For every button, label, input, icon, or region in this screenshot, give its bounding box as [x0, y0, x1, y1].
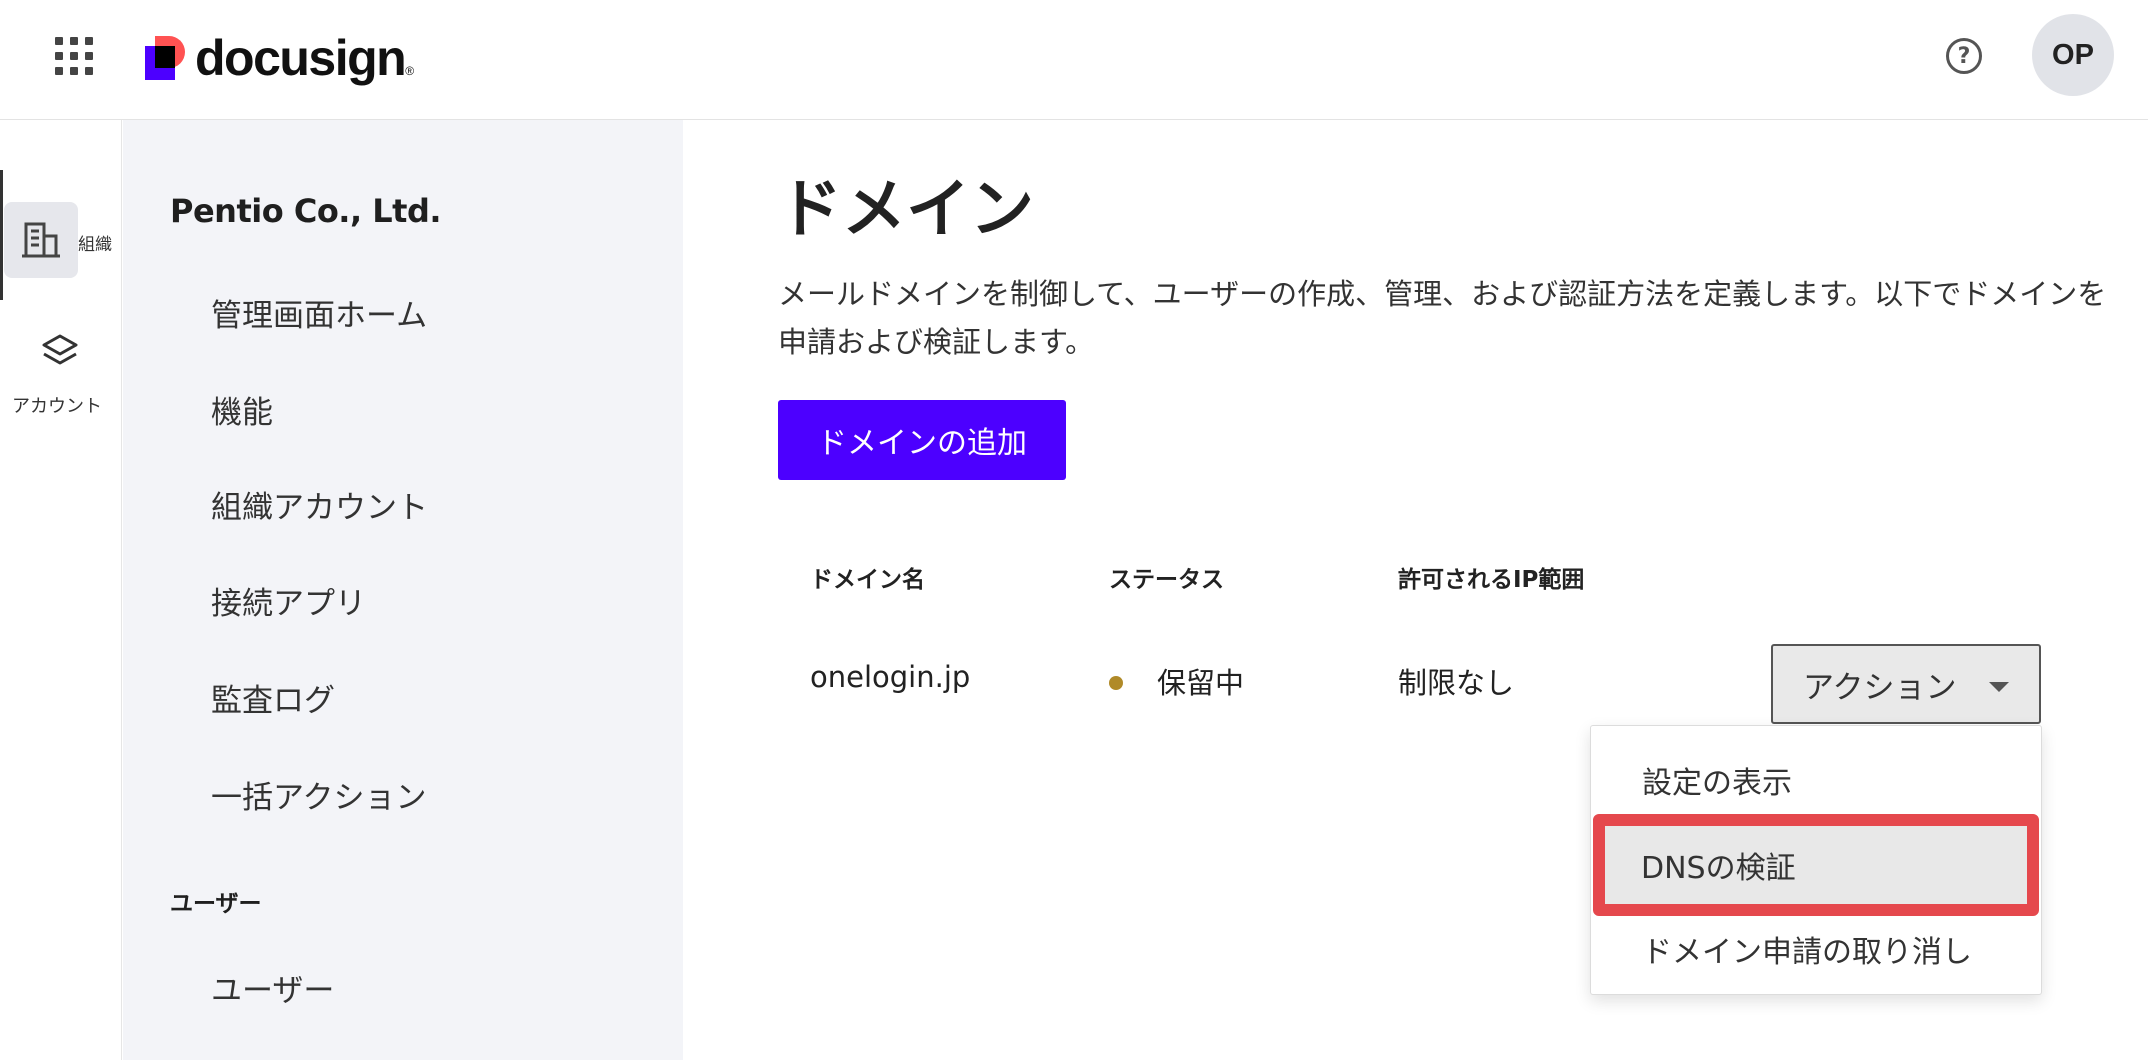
help-icon[interactable]: ? [1946, 38, 1982, 74]
main-content: ドメイン メールドメインを制御して、ユーザーの作成、管理、および認証方法を定義し… [684, 120, 2148, 1060]
org-name: Pentio Co., Ltd. [170, 192, 442, 230]
sidebar-item-audit-log[interactable]: 監査ログ [211, 675, 335, 720]
menu-item-cancel-domain-claim[interactable]: ドメイン申請の取り消し [1592, 916, 2040, 982]
user-avatar[interactable]: OP [2032, 14, 2114, 96]
rail-item-organization[interactable]: 組織 [0, 202, 122, 282]
status-pending-dot-icon [1109, 676, 1123, 690]
building-icon [4, 202, 78, 278]
top-header: docusign® ? OP [0, 0, 2148, 120]
page-description: メールドメインを制御して、ユーザーの作成、管理、および認証方法を定義します。以下… [778, 277, 2107, 359]
menu-item-verify-dns[interactable]: DNSの検証 [1593, 814, 2039, 916]
add-domain-button[interactable]: ドメインの追加 [778, 400, 1066, 480]
sidebar-item-admin-home[interactable]: 管理画面ホーム [211, 290, 427, 335]
caret-down-icon [1989, 682, 2009, 692]
apps-grid-icon[interactable] [55, 37, 95, 77]
actions-dropdown-button[interactable]: アクション [1771, 644, 2041, 724]
docusign-logo[interactable]: docusign® [145, 28, 414, 88]
sidebar-item-features[interactable]: 機能 [211, 387, 273, 432]
sidebar-item-users[interactable]: ユーザー [211, 965, 334, 1010]
rail-org-label: 組織 [78, 235, 112, 255]
sidebar: Pentio Co., Ltd. 管理画面ホーム 機能 組織アカウント 接続アプ… [123, 120, 683, 1060]
actions-dropdown-label: アクション [1803, 669, 1957, 706]
rail-account-label: アカウント [12, 396, 102, 417]
column-header-ip-range: 許可されるIP範囲 [1398, 567, 1585, 593]
page-title: ドメイン [778, 173, 1034, 247]
actions-menu: 設定の表示 DNSの検証 ドメイン申請の取り消し [1590, 725, 2042, 995]
layers-icon [38, 330, 82, 374]
rail-item-account[interactable]: アカウント [0, 330, 122, 430]
menu-item-view-settings[interactable]: 設定の表示 [1592, 742, 2040, 818]
status-cell: 保留中 [1157, 666, 1245, 700]
left-rail: 組織 アカウント [0, 120, 122, 1060]
domain-name-cell: onelogin.jp [810, 660, 971, 694]
brand-name: docusign® [195, 30, 414, 86]
docusign-logo-mark-icon [145, 36, 187, 80]
sidebar-item-org-accounts[interactable]: 組織アカウント [211, 482, 428, 527]
column-header-status: ステータス [1109, 567, 1224, 593]
ip-range-cell: 制限なし [1398, 666, 1515, 700]
sidebar-item-connected-apps[interactable]: 接続アプリ [211, 578, 366, 623]
sidebar-section-users: ユーザー [170, 891, 262, 917]
column-header-domain: ドメイン名 [810, 567, 925, 593]
sidebar-item-bulk-actions[interactable]: 一括アクション [211, 772, 426, 817]
